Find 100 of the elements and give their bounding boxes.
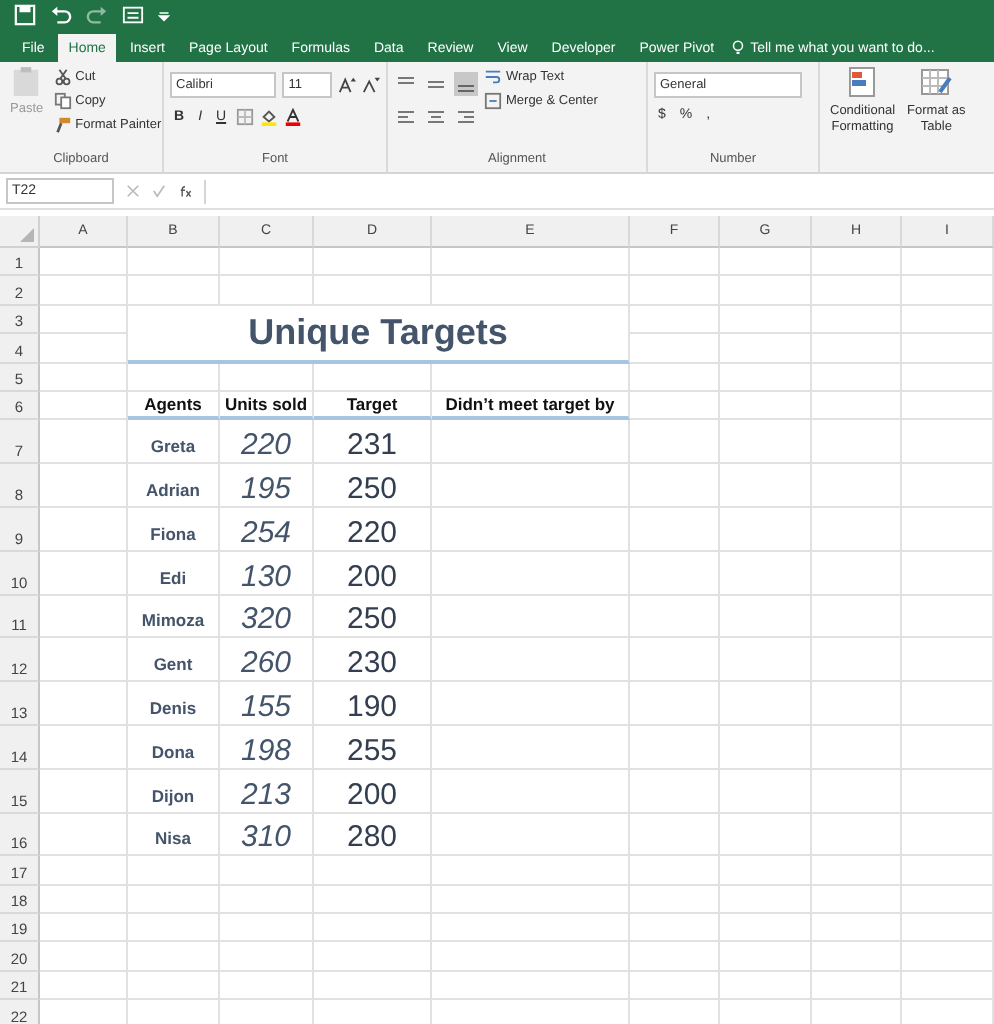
- table-cell: [902, 971, 994, 1001]
- table-cell: [812, 363, 902, 392]
- form-icon[interactable]: [122, 4, 144, 26]
- table-cell: [630, 885, 720, 915]
- table-cell: 190: [314, 682, 432, 726]
- table-cell: [220, 885, 314, 915]
- table-cell: [40, 276, 128, 306]
- table-cell: 250: [314, 595, 432, 639]
- table-cell: [720, 638, 812, 683]
- table-cell: [902, 507, 994, 552]
- table-cell: [128, 914, 220, 943]
- table-cell: Greta: [128, 420, 220, 465]
- table-cell: [902, 248, 994, 277]
- table-cell: [902, 682, 994, 726]
- table-cell: [630, 507, 720, 552]
- table-cell: [720, 334, 812, 364]
- bottom-align-icon[interactable]: [454, 72, 478, 96]
- table-cell: [630, 363, 720, 392]
- table-cell: [220, 971, 314, 1001]
- table-cell: [902, 942, 994, 972]
- table-cell: [720, 885, 812, 915]
- table-cell: [630, 248, 720, 277]
- table-cell: [40, 638, 128, 683]
- lightbulb-icon: [732, 40, 745, 56]
- table-cell: [902, 813, 994, 857]
- table-cell: [812, 507, 902, 552]
- table-cell: [720, 305, 812, 335]
- table-cell: [630, 391, 720, 421]
- table-cell: [720, 813, 812, 857]
- table-cell: [902, 420, 994, 465]
- table-cell: [220, 942, 314, 972]
- table-cell: [40, 595, 128, 639]
- table-cell: [128, 856, 220, 886]
- table-cell: [128, 248, 220, 277]
- table-cell: [630, 595, 720, 639]
- table-cell: Edi: [128, 551, 220, 596]
- undo-icon[interactable]: [50, 4, 72, 26]
- table-cell: [812, 420, 902, 465]
- customize-icon[interactable]: [158, 9, 170, 21]
- table-cell: [220, 856, 314, 886]
- table-cell: Gent: [128, 638, 220, 683]
- table-cell: [720, 551, 812, 596]
- table-cell: [902, 551, 994, 596]
- table-cell: [812, 334, 902, 364]
- table-cell: [812, 595, 902, 639]
- table-cell: [314, 885, 432, 915]
- function-icon[interactable]: [178, 184, 192, 198]
- table-cell: Units sold: [220, 391, 314, 421]
- table-cell: [314, 942, 432, 972]
- table-cell: Dona: [128, 725, 220, 770]
- table-cell: [720, 391, 812, 421]
- brush-icon: [53, 116, 72, 134]
- table-cell: [720, 420, 812, 465]
- table-cell: [720, 682, 812, 726]
- table-cell: 220: [314, 507, 432, 552]
- table-cell: 254: [220, 507, 314, 552]
- redo-icon[interactable]: [86, 4, 108, 26]
- table-cell: [902, 856, 994, 886]
- table-cell: [630, 276, 720, 306]
- table-cell: 250: [314, 464, 432, 508]
- table-cell: [720, 363, 812, 392]
- table-cell: 231: [314, 420, 432, 465]
- table-cell: [902, 363, 994, 392]
- table-cell: [630, 856, 720, 886]
- table-cell: [40, 914, 128, 943]
- table-cell: [812, 769, 902, 814]
- wrap-text-icon: [484, 68, 502, 86]
- table-cell: [40, 813, 128, 857]
- table-cell: [630, 813, 720, 857]
- table-cell: [220, 248, 314, 277]
- table-cell: 230: [314, 638, 432, 683]
- table-cell: [812, 971, 902, 1001]
- clipboard-icon: [12, 66, 41, 98]
- font-color-icon[interactable]: [284, 108, 303, 126]
- table-cell: [902, 276, 994, 306]
- table-cell: [40, 507, 128, 552]
- table-cell: [720, 769, 812, 814]
- table-cell: [812, 885, 902, 915]
- grow-font-icon[interactable]: [338, 76, 356, 94]
- table-cell: [40, 391, 128, 421]
- table-cell: [812, 464, 902, 508]
- table-cell: Mimoza: [128, 595, 220, 639]
- table-cell: [128, 885, 220, 915]
- table-cell: [812, 551, 902, 596]
- table-cell: [40, 464, 128, 508]
- table-cell: [812, 942, 902, 972]
- table-cell: [902, 334, 994, 364]
- shrink-font-icon[interactable]: [362, 76, 380, 94]
- table-cell: 280: [314, 813, 432, 857]
- table-cell: [40, 248, 128, 277]
- table-cell: [630, 682, 720, 726]
- table-cell: Dijon: [128, 769, 220, 814]
- table-cell: Denis: [128, 682, 220, 726]
- table-cell: Target: [314, 391, 432, 421]
- save-icon[interactable]: [14, 4, 36, 26]
- table-cell: [314, 248, 432, 277]
- table-cell: [128, 942, 220, 972]
- fill-color-icon[interactable]: [260, 108, 279, 126]
- table-cell: [902, 769, 994, 814]
- copy-icon: [53, 92, 72, 110]
